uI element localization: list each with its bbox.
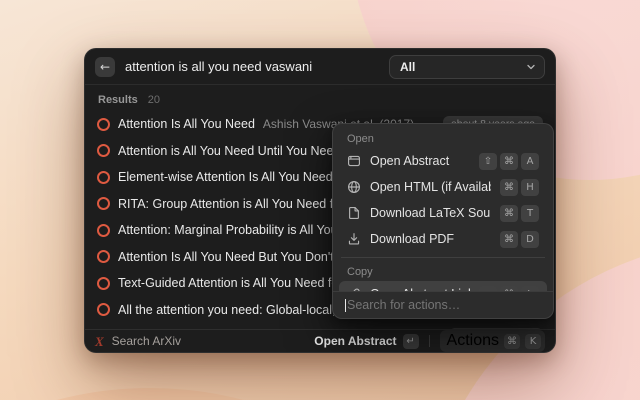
actions-search-input[interactable] xyxy=(347,298,541,312)
actions-button[interactable]: Actions ⌘ K xyxy=(440,330,545,352)
actions-label: Actions xyxy=(447,332,499,350)
cmd-keycap: ⌘ xyxy=(500,179,518,196)
menu-item-label: Download PDF xyxy=(370,232,491,246)
arxiv-paper-icon xyxy=(97,224,110,237)
arxiv-paper-icon xyxy=(97,250,110,263)
status-bar: X Search ArXiv Open Abstract ↵ Actions ⌘… xyxy=(85,329,555,352)
filter-dropdown-value: All xyxy=(400,60,415,74)
cmd-keycap: ⌘ xyxy=(500,205,518,222)
back-button[interactable]: ← xyxy=(95,57,115,77)
text-cursor xyxy=(345,299,346,312)
download-icon xyxy=(347,232,361,246)
menu-item-label: Open Abstract xyxy=(370,154,470,168)
chevron-down-icon xyxy=(526,62,536,72)
filter-dropdown[interactable]: All xyxy=(389,55,545,79)
actions-search-field[interactable] xyxy=(333,291,553,318)
cmd-keycap: ⌘ xyxy=(504,334,520,349)
a-keycap: A xyxy=(521,153,539,170)
results-label: Results xyxy=(98,94,138,106)
return-keycap: ↵ xyxy=(403,334,419,349)
arxiv-paper-icon xyxy=(97,303,110,316)
primary-action-button[interactable]: Open Abstract ↵ xyxy=(314,334,418,349)
cmd-keycap: ⌘ xyxy=(500,231,518,248)
t-keycap: T xyxy=(521,205,539,222)
arxiv-paper-icon xyxy=(97,171,110,184)
arxiv-logo-icon: X xyxy=(95,335,104,348)
globe-icon xyxy=(347,180,361,194)
search-bar: ← All xyxy=(85,49,555,85)
footer-divider xyxy=(429,335,430,347)
action-panel-list: Open Open Abstract ⇧ ⌘ A xyxy=(333,124,553,291)
arxiv-paper-icon xyxy=(97,118,110,131)
menu-item-label: Download LaTeX Source xyxy=(370,206,491,220)
d-keycap: D xyxy=(521,231,539,248)
result-title: Element-wise Attention Is All You Need xyxy=(118,170,333,184)
raycast-window: ← All Results 20 Attention Is All You Ne… xyxy=(84,48,556,353)
arxiv-paper-icon xyxy=(97,144,110,157)
browser-window-icon xyxy=(347,154,361,168)
k-keycap: K xyxy=(525,334,541,349)
shift-keycap: ⇧ xyxy=(479,153,497,170)
menu-item-copy-abstract-link[interactable]: Copy Abstract Link ⌥ ⌘ L xyxy=(339,281,547,291)
extension-name: Search ArXiv xyxy=(112,334,181,348)
desktop: ← All Results 20 Attention Is All You Ne… xyxy=(0,0,640,400)
action-panel: Open Open Abstract ⇧ ⌘ A xyxy=(332,123,554,319)
result-title: Attention Is All You Need xyxy=(118,117,255,131)
results-count: 20 xyxy=(148,94,160,106)
menu-item-label: Open HTML (if Available) xyxy=(370,180,491,194)
cmd-keycap: ⌘ xyxy=(500,153,518,170)
section-title-open: Open xyxy=(339,130,547,148)
arxiv-paper-icon xyxy=(97,277,110,290)
arrow-left-icon: ← xyxy=(100,60,110,74)
menu-item-open-html[interactable]: Open HTML (if Available) ⌘ H xyxy=(339,174,547,200)
h-keycap: H xyxy=(521,179,539,196)
arxiv-paper-icon xyxy=(97,197,110,210)
results-header: Results 20 xyxy=(85,85,555,111)
section-title-copy: Copy xyxy=(339,263,547,281)
menu-item-download-latex[interactable]: Download LaTeX Source ⌘ T xyxy=(339,200,547,226)
primary-action-label: Open Abstract xyxy=(314,334,396,348)
wallpaper-circle xyxy=(0,388,520,400)
menu-item-open-abstract[interactable]: Open Abstract ⇧ ⌘ A xyxy=(339,148,547,174)
menu-divider xyxy=(341,257,545,258)
search-input[interactable] xyxy=(125,59,379,74)
document-icon xyxy=(347,206,361,220)
menu-item-download-pdf[interactable]: Download PDF ⌘ D xyxy=(339,226,547,252)
